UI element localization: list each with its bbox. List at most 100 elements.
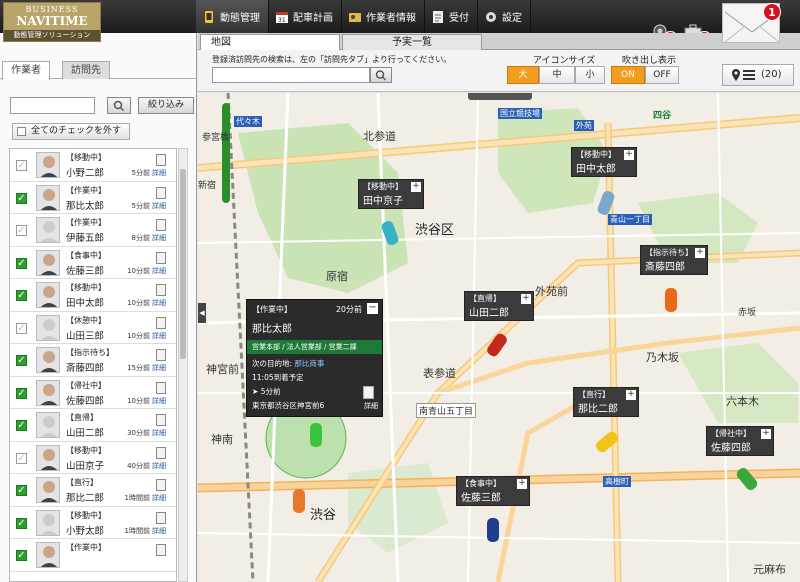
- worker-detail-link[interactable]: 詳細: [152, 493, 166, 503]
- document-icon[interactable]: [156, 219, 166, 231]
- map-search-input[interactable]: [212, 67, 370, 83]
- worker-row[interactable]: ✓ 【移動中】 山田京子 40分前 詳細: [10, 441, 176, 474]
- worker-checkbox[interactable]: ✓: [16, 225, 27, 236]
- tab-visits[interactable]: 訪問先: [62, 61, 110, 79]
- worker-row[interactable]: ✓ 【作業中】 伊藤五郎 8分前 詳細: [10, 214, 176, 247]
- uncheck-all-button[interactable]: 全てのチェックを外す: [12, 123, 130, 140]
- tab-map[interactable]: 地図: [200, 34, 340, 50]
- icon-size-small[interactable]: 小: [575, 66, 605, 84]
- worker-search-input[interactable]: [10, 97, 95, 114]
- worker-row[interactable]: ✓ 【作業中】: [10, 539, 176, 572]
- expand-icon[interactable]: +: [695, 248, 705, 258]
- close-icon[interactable]: −: [367, 303, 378, 314]
- vehicle-badge[interactable]: 【指示待ち】 斎藤四郎 +: [640, 245, 708, 275]
- expand-icon[interactable]: +: [517, 479, 527, 489]
- nav-dispatch[interactable]: 31 配車計画: [269, 0, 342, 33]
- worker-row[interactable]: ✓ 【指示待ち】 斎藤四郎 15分前 詳細: [10, 344, 176, 377]
- worker-detail-link[interactable]: 詳細: [152, 428, 166, 438]
- vehicle-badge[interactable]: 【直行】 那比二郎 +: [573, 387, 639, 417]
- worker-checkbox[interactable]: ✓: [16, 257, 27, 269]
- map-search-button[interactable]: [370, 67, 392, 83]
- vehicle-badge[interactable]: 【直帰】 山田二郎 +: [464, 291, 534, 321]
- nav-workers[interactable]: 作業者情報: [342, 0, 425, 33]
- worker-checkbox[interactable]: ✓: [16, 160, 27, 171]
- car-icon[interactable]: [665, 288, 677, 312]
- document-icon[interactable]: [156, 284, 166, 296]
- worker-row[interactable]: ✓ 【移動中】 小野二郎 5分前 詳細: [10, 149, 176, 182]
- expand-icon[interactable]: +: [411, 182, 421, 192]
- document-icon[interactable]: [363, 386, 374, 399]
- worker-checkbox[interactable]: ✓: [16, 192, 27, 204]
- car-icon[interactable]: [293, 489, 305, 513]
- worker-detail-link[interactable]: 詳細: [152, 201, 166, 211]
- worker-detail-link[interactable]: 詳細: [152, 396, 166, 406]
- document-icon[interactable]: [156, 186, 166, 199]
- worker-checkbox[interactable]: ✓: [16, 355, 27, 366]
- worker-checkbox[interactable]: ✓: [16, 420, 27, 431]
- worker-row[interactable]: ✓ 【食事中】 佐藤三郎 10分前 詳細: [10, 246, 176, 279]
- pin-list-button[interactable]: (20): [722, 64, 794, 86]
- collapse-panel-arrow[interactable]: ◀: [198, 303, 206, 323]
- car-icon[interactable]: [487, 518, 499, 542]
- document-icon[interactable]: [156, 381, 166, 394]
- document-icon[interactable]: [156, 511, 166, 524]
- balloon-off[interactable]: OFF: [645, 66, 679, 84]
- popup-dest-link[interactable]: 那比商事: [294, 359, 324, 368]
- worker-detail-link[interactable]: 詳細: [152, 298, 166, 308]
- car-icon[interactable]: [310, 423, 322, 447]
- worker-detail-link[interactable]: 詳細: [152, 233, 166, 243]
- worker-row[interactable]: ✓ 【直行】 那比二郎 1時間前 詳細: [10, 474, 176, 507]
- worker-row[interactable]: ✓ 【直帰】 山田二郎 30分前 詳細: [10, 409, 176, 442]
- worker-row[interactable]: ✓ 【帰社中】 佐藤四郎 10分前 詳細: [10, 376, 176, 409]
- scroll-thumb[interactable]: [180, 169, 186, 359]
- worker-checkbox[interactable]: ✓: [16, 322, 27, 334]
- worker-row[interactable]: ✓ 【移動中】 小野太郎 1時間前 詳細: [10, 506, 176, 539]
- worker-search-button[interactable]: [107, 97, 131, 114]
- worker-detail-link[interactable]: 詳細: [152, 461, 166, 471]
- worker-detail-link[interactable]: 詳細: [152, 526, 166, 536]
- worker-checkbox[interactable]: ✓: [16, 452, 27, 464]
- nav-settings[interactable]: 設定: [478, 0, 531, 33]
- worker-checkbox[interactable]: ✓: [16, 290, 27, 301]
- document-icon[interactable]: [156, 544, 166, 556]
- expand-icon[interactable]: +: [624, 150, 634, 160]
- expand-icon[interactable]: +: [761, 429, 771, 439]
- vehicle-badge[interactable]: 【食事中】 佐藤三郎 +: [456, 476, 530, 506]
- worker-detail-link[interactable]: 詳細: [152, 331, 166, 341]
- expand-icon[interactable]: +: [521, 294, 531, 304]
- balloon-on[interactable]: ON: [611, 66, 645, 84]
- document-icon[interactable]: [156, 154, 166, 166]
- worker-detail-link[interactable]: 詳細: [152, 363, 166, 373]
- zoom-slider[interactable]: [222, 103, 230, 203]
- worker-detail-link[interactable]: 詳細: [152, 266, 166, 276]
- vehicle-badge[interactable]: 【移動中】 田中太郎 +: [571, 147, 637, 177]
- icon-size-medium[interactable]: 中: [539, 66, 575, 84]
- map-top-handle[interactable]: [468, 93, 532, 100]
- worker-checkbox[interactable]: ✓: [16, 485, 27, 496]
- worker-detail-link[interactable]: 詳細: [152, 168, 166, 178]
- nav-reception[interactable]: 受付: [425, 0, 478, 33]
- worker-row[interactable]: ✓ 【移動中】 田中太郎 10分前 詳細: [10, 279, 176, 312]
- tab-workers[interactable]: 作業者: [2, 61, 50, 80]
- tab-plan-actual[interactable]: 予実一覧: [342, 34, 482, 50]
- icon-size-large[interactable]: 大: [507, 66, 539, 84]
- worker-checkbox[interactable]: ✓: [16, 517, 27, 529]
- map[interactable]: ◀ 渋谷区 原宿 表参道 乃木坂 六本木 北参道 渋谷 代々木 参宮橋 新宿 元…: [198, 93, 800, 582]
- vehicle-badge[interactable]: 【移動中】 田中京子 +: [358, 179, 424, 209]
- expand-icon[interactable]: +: [626, 390, 636, 400]
- document-icon[interactable]: [156, 251, 166, 264]
- worker-list-scrollbar[interactable]: [178, 148, 188, 582]
- popup-detail-link[interactable]: 詳細: [364, 401, 378, 411]
- filter-button[interactable]: 絞り込み: [138, 97, 194, 114]
- worker-checkbox[interactable]: ✓: [16, 550, 27, 561]
- document-icon[interactable]: [156, 446, 166, 459]
- document-icon[interactable]: [156, 316, 166, 329]
- nav-tracking[interactable]: 動態管理: [196, 0, 269, 33]
- worker-row[interactable]: ✓ 【休憩中】 山田三郎 10分前 詳細: [10, 311, 176, 344]
- vehicle-badge[interactable]: 【帰社中】 佐藤四郎 +: [706, 426, 774, 456]
- worker-checkbox[interactable]: ✓: [16, 387, 27, 399]
- document-icon[interactable]: [156, 479, 166, 491]
- worker-row[interactable]: ✓ 【作業中】 那比太郎 5分前 詳細: [10, 181, 176, 214]
- document-icon[interactable]: [156, 349, 166, 361]
- document-icon[interactable]: [156, 414, 166, 426]
